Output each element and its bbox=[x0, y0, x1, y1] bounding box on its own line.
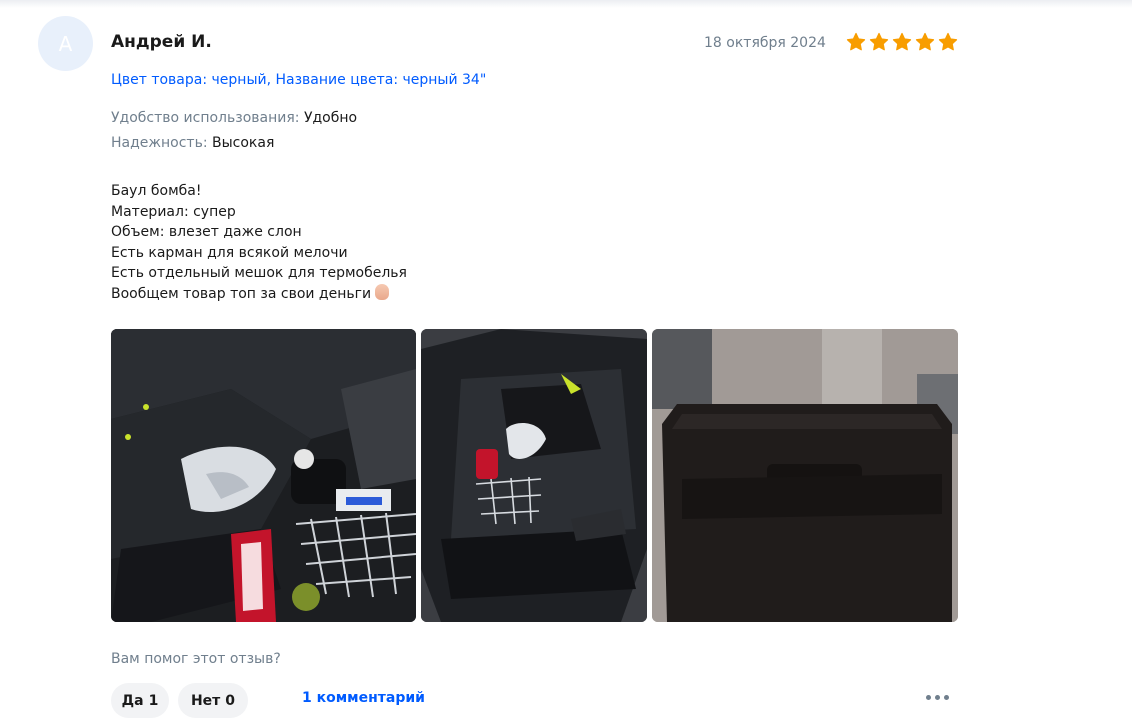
review-date: 18 октября 2024 bbox=[704, 35, 826, 51]
review-line: Объем: влезет даже слон bbox=[111, 224, 302, 240]
yes-count: 1 bbox=[148, 692, 159, 709]
attribute-key: Надежность: bbox=[111, 135, 208, 151]
star-icon bbox=[846, 32, 866, 51]
open-bag-photo bbox=[421, 329, 647, 622]
photo-hockey-gear[interactable] bbox=[111, 329, 416, 622]
no-label: Нет bbox=[190, 692, 221, 709]
dot bbox=[935, 695, 940, 700]
rating-stars bbox=[846, 32, 958, 52]
star-icon bbox=[938, 32, 958, 51]
attribute-value: Удобно bbox=[303, 110, 358, 126]
review-line: Есть карман для всякой мелочи bbox=[111, 244, 348, 261]
attribute-key: Удобство использования: bbox=[111, 110, 300, 126]
review-line: Есть отдельный мешок для термобелья bbox=[111, 265, 407, 281]
review-line: Вообщем товар топ за свои деньги bbox=[111, 285, 372, 302]
review-text: Баул бомба! Материал: супер Объем: влезе… bbox=[111, 181, 407, 304]
avatar: А bbox=[38, 16, 93, 71]
dot bbox=[944, 695, 949, 700]
photo-closed-bag[interactable] bbox=[652, 329, 958, 622]
more-dots-icon[interactable] bbox=[926, 695, 949, 700]
review-line-last: Вообщем товар топ за свои деньги bbox=[111, 283, 407, 305]
star-icon bbox=[869, 32, 889, 51]
helpful-yes-button[interactable]: Да 1 bbox=[111, 683, 169, 718]
star-icon bbox=[915, 32, 935, 51]
photo-open-bag[interactable] bbox=[421, 329, 647, 622]
hockey-gear-photo bbox=[111, 329, 416, 622]
comments-link[interactable]: 1 комментарий bbox=[302, 690, 425, 706]
helpful-question: Вам помог этот отзыв? bbox=[111, 651, 281, 667]
product-variant-link[interactable]: Цвет товара: черный, Название цвета: чер… bbox=[111, 72, 486, 88]
attribute-usability: Удобство использования: Удобно bbox=[111, 110, 357, 126]
star-icon bbox=[892, 32, 912, 51]
review-line: Баул бомба! bbox=[111, 183, 202, 199]
dot bbox=[926, 695, 931, 700]
top-divider bbox=[0, 0, 1132, 8]
no-count: 0 bbox=[225, 692, 236, 709]
helpful-no-button[interactable]: Нет 0 bbox=[178, 683, 248, 718]
closed-bag-photo bbox=[652, 329, 958, 622]
review-author: Андрей И. bbox=[111, 32, 212, 52]
yes-label: Да bbox=[121, 692, 144, 709]
pinched-fingers-emoji bbox=[375, 283, 390, 300]
review-line: Материал: супер bbox=[111, 203, 236, 220]
avatar-initial: А bbox=[58, 31, 73, 56]
attribute-value: Высокая bbox=[212, 135, 275, 151]
attribute-reliability: Надежность: Высокая bbox=[111, 135, 274, 151]
review-photos bbox=[111, 329, 958, 622]
